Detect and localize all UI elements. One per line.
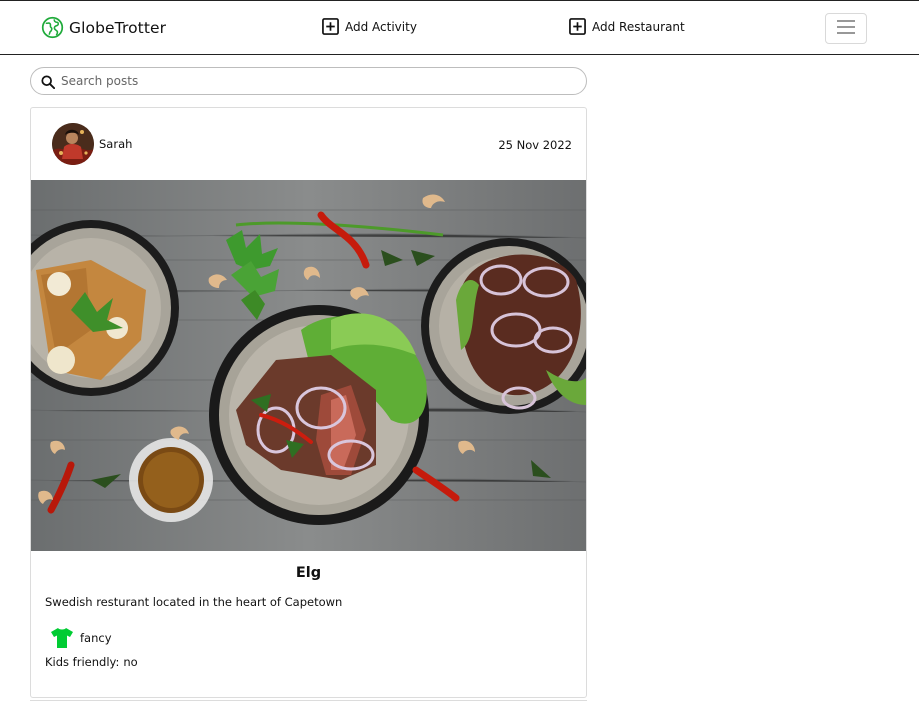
- post-date: 25 Nov 2022: [498, 138, 572, 152]
- post-title: Elg: [295, 565, 322, 581]
- search-icon: [41, 74, 56, 90]
- post-card: Sarah 25 Nov 2022 Elg Swedish resturant …: [30, 107, 587, 698]
- search-bar: [30, 67, 587, 95]
- search-input[interactable]: [61, 74, 561, 88]
- dress-code-label: fancy: [80, 631, 112, 645]
- kids-friendly-value: no: [123, 655, 138, 669]
- post-author[interactable]: Sarah: [52, 123, 132, 165]
- add-activity-link[interactable]: Add Activity: [322, 18, 417, 35]
- avatar[interactable]: [52, 123, 94, 165]
- author-name: Sarah: [99, 137, 133, 151]
- add-restaurant-label: Add Restaurant: [592, 19, 685, 34]
- top-navbar: GlobeTrotter Add Activity Add Restaurant: [0, 0, 919, 55]
- plus-square-icon: [322, 18, 339, 35]
- post-image: [31, 180, 586, 551]
- brand-link[interactable]: GlobeTrotter: [41, 16, 166, 39]
- brand-name: GlobeTrotter: [69, 18, 167, 37]
- globe-icon: [41, 16, 64, 39]
- plus-square-icon: [569, 18, 586, 35]
- post-description: Swedish resturant located in the heart o…: [45, 595, 343, 609]
- dress-code-tag: fancy: [50, 627, 112, 649]
- add-restaurant-link[interactable]: Add Restaurant: [569, 18, 685, 35]
- menu-toggle-button[interactable]: [825, 13, 867, 44]
- add-activity-label: Add Activity: [345, 19, 417, 34]
- shirt-icon: [50, 627, 74, 649]
- kids-friendly-row: Kids friendly: no: [45, 655, 138, 669]
- hamburger-icon: [836, 19, 856, 38]
- kids-friendly-label: Kids friendly:: [45, 655, 120, 669]
